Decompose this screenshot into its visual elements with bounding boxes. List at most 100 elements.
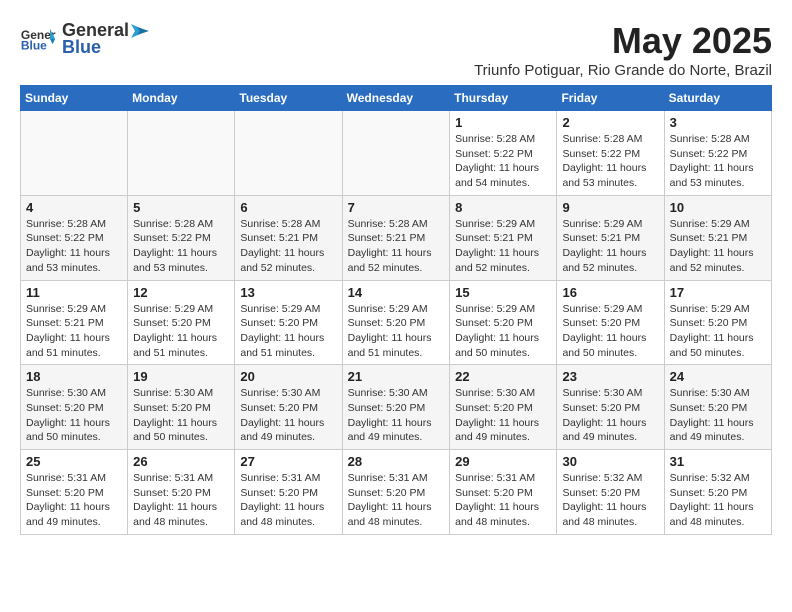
logo: General Blue General Blue bbox=[20, 20, 151, 58]
calendar-day-cell: 31 Sunrise: 5:32 AMSunset: 5:20 PMDayligh… bbox=[664, 450, 771, 535]
calendar-day-cell: 28 Sunrise: 5:31 AMSunset: 5:20 PMDayligh… bbox=[342, 450, 450, 535]
weekday-header: Wednesday bbox=[342, 86, 450, 111]
day-number: 13 bbox=[240, 285, 336, 300]
day-number: 12 bbox=[133, 285, 229, 300]
calendar-day-cell: 11 Sunrise: 5:29 AMSunset: 5:21 PMDayligh… bbox=[21, 280, 128, 365]
calendar-day-cell: 18 Sunrise: 5:30 AMSunset: 5:20 PMDayligh… bbox=[21, 365, 128, 450]
calendar-day-cell: 3 Sunrise: 5:28 AMSunset: 5:22 PMDaylight… bbox=[664, 111, 771, 196]
day-number: 3 bbox=[670, 115, 766, 130]
calendar-table: SundayMondayTuesdayWednesdayThursdayFrid… bbox=[20, 85, 772, 535]
day-info: Sunrise: 5:30 AMSunset: 5:20 PMDaylight:… bbox=[455, 386, 551, 445]
calendar-subtitle: Triunfo Potiguar, Rio Grande do Norte, B… bbox=[474, 62, 772, 79]
day-info: Sunrise: 5:28 AMSunset: 5:22 PMDaylight:… bbox=[26, 217, 122, 276]
calendar-day-cell: 8 Sunrise: 5:29 AMSunset: 5:21 PMDaylight… bbox=[450, 195, 557, 280]
calendar-day-cell bbox=[235, 111, 342, 196]
day-number: 11 bbox=[26, 285, 122, 300]
page-header: General Blue General Blue May 2025 Triun… bbox=[20, 20, 772, 79]
day-number: 15 bbox=[455, 285, 551, 300]
calendar-title: May 2025 bbox=[474, 20, 772, 62]
day-info: Sunrise: 5:31 AMSunset: 5:20 PMDaylight:… bbox=[26, 471, 122, 530]
day-info: Sunrise: 5:30 AMSunset: 5:20 PMDaylight:… bbox=[26, 386, 122, 445]
day-number: 9 bbox=[562, 200, 658, 215]
calendar-day-cell: 9 Sunrise: 5:29 AMSunset: 5:21 PMDaylight… bbox=[557, 195, 664, 280]
calendar-day-cell: 23 Sunrise: 5:30 AMSunset: 5:20 PMDayligh… bbox=[557, 365, 664, 450]
calendar-day-cell: 14Sunrise: 5:29 AMSunset: 5:20 PMDayligh… bbox=[342, 280, 450, 365]
day-info: Sunrise: 5:29 AMSunset: 5:20 PMDaylight:… bbox=[348, 302, 445, 361]
day-number: 30 bbox=[562, 454, 658, 469]
day-number: 24 bbox=[670, 369, 766, 384]
day-info: Sunrise: 5:32 AMSunset: 5:20 PMDaylight:… bbox=[670, 471, 766, 530]
calendar-day-cell bbox=[342, 111, 450, 196]
day-info: Sunrise: 5:31 AMSunset: 5:20 PMDaylight:… bbox=[348, 471, 445, 530]
day-number: 16 bbox=[562, 285, 658, 300]
calendar-week-row: 18 Sunrise: 5:30 AMSunset: 5:20 PMDayligh… bbox=[21, 365, 772, 450]
calendar-day-cell: 21 Sunrise: 5:30 AMSunset: 5:20 PMDayligh… bbox=[342, 365, 450, 450]
day-info: Sunrise: 5:29 AMSunset: 5:21 PMDaylight:… bbox=[455, 217, 551, 276]
day-number: 4 bbox=[26, 200, 122, 215]
weekday-header: Sunday bbox=[21, 86, 128, 111]
day-info: Sunrise: 5:29 AMSunset: 5:21 PMDaylight:… bbox=[26, 302, 122, 361]
weekday-header: Friday bbox=[557, 86, 664, 111]
calendar-day-cell: 27 Sunrise: 5:31 AMSunset: 5:20 PMDayligh… bbox=[235, 450, 342, 535]
day-number: 17 bbox=[670, 285, 766, 300]
calendar-week-row: 1 Sunrise: 5:28 AMSunset: 5:22 PMDaylight… bbox=[21, 111, 772, 196]
calendar-day-cell bbox=[128, 111, 235, 196]
day-number: 18 bbox=[26, 369, 122, 384]
svg-text:Blue: Blue bbox=[21, 38, 47, 51]
day-info: Sunrise: 5:30 AMSunset: 5:20 PMDaylight:… bbox=[348, 386, 445, 445]
day-info: Sunrise: 5:29 AMSunset: 5:20 PMDaylight:… bbox=[670, 302, 766, 361]
calendar-day-cell: 10Sunrise: 5:29 AMSunset: 5:21 PMDayligh… bbox=[664, 195, 771, 280]
day-number: 1 bbox=[455, 115, 551, 130]
calendar-day-cell: 6Sunrise: 5:28 AMSunset: 5:21 PMDaylight… bbox=[235, 195, 342, 280]
calendar-day-cell: 25Sunrise: 5:31 AMSunset: 5:20 PMDayligh… bbox=[21, 450, 128, 535]
calendar-day-cell: 26 Sunrise: 5:31 AMSunset: 5:20 PMDayligh… bbox=[128, 450, 235, 535]
day-info: Sunrise: 5:31 AMSunset: 5:20 PMDaylight:… bbox=[455, 471, 551, 530]
calendar-day-cell: 19Sunrise: 5:30 AMSunset: 5:20 PMDayligh… bbox=[128, 365, 235, 450]
calendar-day-cell: 29 Sunrise: 5:31 AMSunset: 5:20 PMDayligh… bbox=[450, 450, 557, 535]
day-number: 10 bbox=[670, 200, 766, 215]
day-number: 19 bbox=[133, 369, 229, 384]
day-info: Sunrise: 5:32 AMSunset: 5:20 PMDaylight:… bbox=[562, 471, 658, 530]
calendar-day-cell: 4 Sunrise: 5:28 AMSunset: 5:22 PMDaylight… bbox=[21, 195, 128, 280]
calendar-day-cell: 7Sunrise: 5:28 AMSunset: 5:21 PMDaylight… bbox=[342, 195, 450, 280]
calendar-day-cell: 1Sunrise: 5:28 AMSunset: 5:22 PMDaylight… bbox=[450, 111, 557, 196]
day-info: Sunrise: 5:31 AMSunset: 5:20 PMDaylight:… bbox=[133, 471, 229, 530]
calendar-day-cell: 22Sunrise: 5:30 AMSunset: 5:20 PMDayligh… bbox=[450, 365, 557, 450]
calendar-day-cell: 2 Sunrise: 5:28 AMSunset: 5:22 PMDaylight… bbox=[557, 111, 664, 196]
title-section: May 2025 Triunfo Potiguar, Rio Grande do… bbox=[474, 20, 772, 79]
day-info: Sunrise: 5:28 AMSunset: 5:22 PMDaylight:… bbox=[670, 132, 766, 191]
day-number: 5 bbox=[133, 200, 229, 215]
day-number: 28 bbox=[348, 454, 445, 469]
weekday-header: Tuesday bbox=[235, 86, 342, 111]
calendar-day-cell: 5 Sunrise: 5:28 AMSunset: 5:22 PMDaylight… bbox=[128, 195, 235, 280]
day-number: 27 bbox=[240, 454, 336, 469]
day-number: 8 bbox=[455, 200, 551, 215]
day-info: Sunrise: 5:31 AMSunset: 5:20 PMDaylight:… bbox=[240, 471, 336, 530]
day-number: 21 bbox=[348, 369, 445, 384]
day-number: 31 bbox=[670, 454, 766, 469]
calendar-day-cell: 12 Sunrise: 5:29 AMSunset: 5:20 PMDayligh… bbox=[128, 280, 235, 365]
day-info: Sunrise: 5:30 AMSunset: 5:20 PMDaylight:… bbox=[562, 386, 658, 445]
day-info: Sunrise: 5:29 AMSunset: 5:21 PMDaylight:… bbox=[562, 217, 658, 276]
calendar-week-row: 11 Sunrise: 5:29 AMSunset: 5:21 PMDayligh… bbox=[21, 280, 772, 365]
day-number: 29 bbox=[455, 454, 551, 469]
day-number: 23 bbox=[562, 369, 658, 384]
calendar-day-cell: 30 Sunrise: 5:32 AMSunset: 5:20 PMDayligh… bbox=[557, 450, 664, 535]
day-info: Sunrise: 5:28 AMSunset: 5:22 PMDaylight:… bbox=[133, 217, 229, 276]
weekday-header: Monday bbox=[128, 86, 235, 111]
day-info: Sunrise: 5:29 AMSunset: 5:20 PMDaylight:… bbox=[133, 302, 229, 361]
day-info: Sunrise: 5:30 AMSunset: 5:20 PMDaylight:… bbox=[240, 386, 336, 445]
weekday-header: Thursday bbox=[450, 86, 557, 111]
day-info: Sunrise: 5:29 AMSunset: 5:20 PMDaylight:… bbox=[240, 302, 336, 361]
calendar-day-cell: 13 Sunrise: 5:29 AMSunset: 5:20 PMDayligh… bbox=[235, 280, 342, 365]
logo-arrow bbox=[129, 22, 151, 40]
weekday-header: Saturday bbox=[664, 86, 771, 111]
day-info: Sunrise: 5:29 AMSunset: 5:20 PMDaylight:… bbox=[562, 302, 658, 361]
day-number: 20 bbox=[240, 369, 336, 384]
day-info: Sunrise: 5:29 AMSunset: 5:20 PMDaylight:… bbox=[455, 302, 551, 361]
day-number: 2 bbox=[562, 115, 658, 130]
calendar-week-row: 4 Sunrise: 5:28 AMSunset: 5:22 PMDaylight… bbox=[21, 195, 772, 280]
day-info: Sunrise: 5:28 AMSunset: 5:22 PMDaylight:… bbox=[562, 132, 658, 191]
day-info: Sunrise: 5:28 AMSunset: 5:21 PMDaylight:… bbox=[348, 217, 445, 276]
day-number: 26 bbox=[133, 454, 229, 469]
